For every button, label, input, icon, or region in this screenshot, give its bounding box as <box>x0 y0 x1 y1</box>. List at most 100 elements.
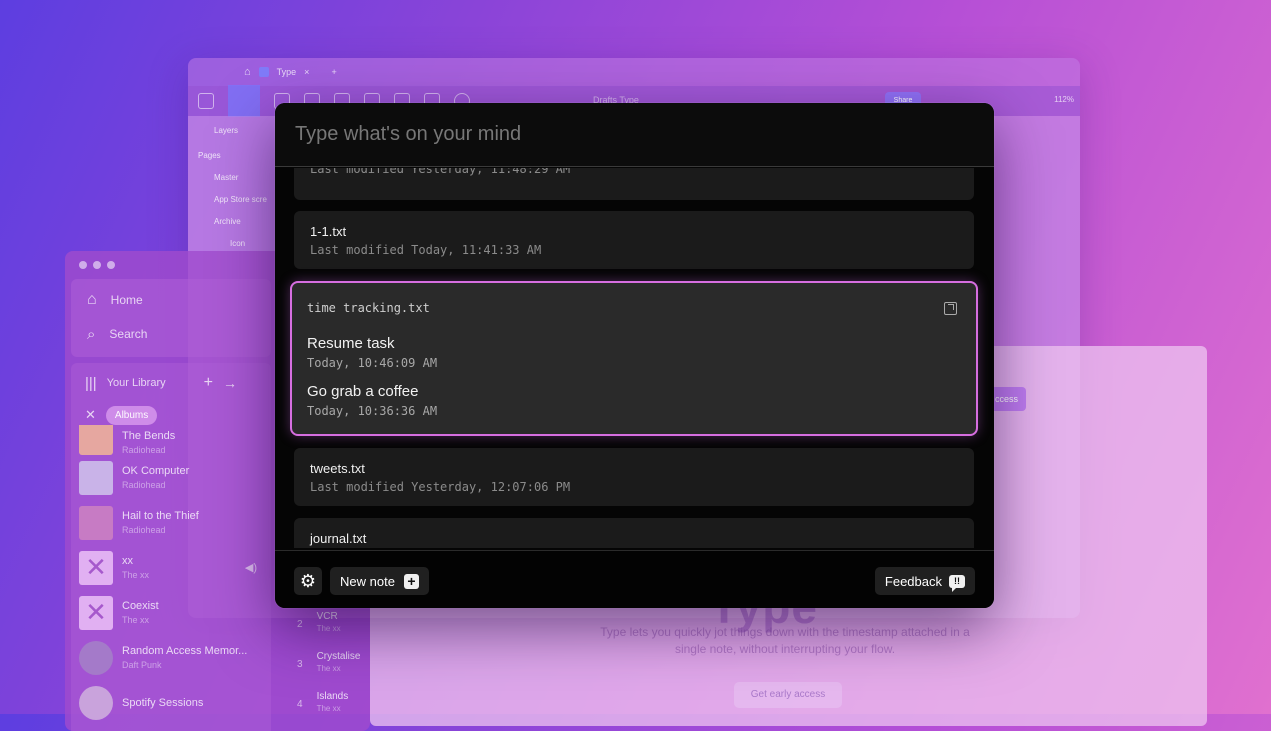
plus-icon: + <box>403 573 419 589</box>
track-title: Crystalise <box>316 651 361 662</box>
search-icon: ⌕ <box>87 325 96 343</box>
new-note-label: New note <box>340 573 395 589</box>
album-title: OK Computer <box>122 465 190 477</box>
track-artist: The xx <box>316 704 341 713</box>
note-entry: Resume task Today, 10:46:09 AM <box>307 335 961 370</box>
track-list: 2 VCR The xx 3 Crystalise The xx 4 Islan… <box>297 611 360 731</box>
landing-description: Type lets you quickly jot things down wi… <box>600 625 970 656</box>
figma-menu-icon[interactable] <box>198 93 214 109</box>
library-panel: ||| Your Library + → ✕ Albums The Bends … <box>71 363 271 731</box>
album-art-x-icon: ✕ <box>79 595 113 630</box>
album-art <box>79 460 113 495</box>
library-icon: ||| <box>85 374 97 392</box>
list-item[interactable]: Random Access Memor... Daft Punk <box>79 635 271 680</box>
album-title: Hail to the Thief <box>122 510 199 522</box>
album-title: The Bends <box>122 430 176 442</box>
nav-search[interactable]: ⌕ Search <box>71 317 271 351</box>
home-icon: ⌂ <box>87 291 97 308</box>
gear-icon: ⚙ <box>299 571 317 591</box>
note-name: journal.txt <box>310 531 367 546</box>
track-row[interactable]: 4 Islands The xx <box>297 691 360 731</box>
note-card[interactable]: tweets.txt Last modified Yesterday, 12:0… <box>294 448 974 506</box>
album-art <box>79 685 113 720</box>
list-item[interactable]: OK Computer Radiohead <box>79 455 271 500</box>
music-nav: ⌂ Home ⌕ Search <box>71 279 271 357</box>
page-item[interactable]: Icon <box>230 239 268 248</box>
get-early-access-button[interactable]: Get early access <box>734 682 842 708</box>
settings-button[interactable]: ⚙ <box>294 567 322 595</box>
figma-tabbar: ⌂ Type × + <box>188 58 1080 86</box>
album-art <box>79 425 113 455</box>
album-artist: Radiohead <box>122 525 166 535</box>
note-modified: Last modified Yesterday, 12:07:06 PM <box>310 480 571 494</box>
entry-text: Resume task <box>307 335 395 352</box>
library-filter: ✕ Albums <box>71 403 271 427</box>
nav-home[interactable]: ⌂ Home <box>71 283 271 317</box>
chat-bubble-icon: !! <box>949 574 965 592</box>
track-title: Islands <box>316 691 349 702</box>
page-item[interactable]: Master <box>214 173 268 182</box>
track-artist: The xx <box>316 624 341 633</box>
close-dot[interactable] <box>79 261 87 269</box>
list-item[interactable]: ✕ Coexist The xx <box>79 590 271 635</box>
new-note-button[interactable]: New note + <box>330 567 429 595</box>
move-tool-icon[interactable] <box>228 85 260 117</box>
popup-footer: ⚙ New note + Feedback !! <box>275 550 994 608</box>
library-list: The Bends Radiohead OK Computer Radiohea… <box>79 425 271 725</box>
note-name: tweets.txt <box>310 461 365 476</box>
filter-pill-albums[interactable]: Albums <box>105 405 158 425</box>
zoom-level[interactable]: 112% <box>1054 95 1074 104</box>
album-artist: Radiohead <box>122 480 166 490</box>
note-name: 1-1.txt <box>310 224 347 239</box>
notes-list[interactable]: Last modified Yesterday, 11:48:29 AM 1-1… <box>275 168 994 548</box>
open-external-icon[interactable] <box>944 302 957 315</box>
close-icon[interactable]: × <box>304 67 309 77</box>
track-title: VCR <box>316 611 338 622</box>
minimize-dot[interactable] <box>93 261 101 269</box>
album-title: Spotify Sessions <box>122 696 204 709</box>
album-artist: The xx <box>122 570 150 580</box>
album-art <box>79 640 113 675</box>
library-title[interactable]: Your Library <box>107 377 166 389</box>
zoom-dot[interactable] <box>107 261 115 269</box>
speaker-icon: ◀) <box>244 562 257 574</box>
feedback-label: Feedback <box>884 573 942 589</box>
album-title: Coexist <box>122 600 159 612</box>
type-popup: Last modified Yesterday, 11:48:29 AM 1-1… <box>275 103 994 608</box>
note-file-name: time tracking.txt <box>307 301 430 315</box>
figma-home-icon[interactable]: ⌂ <box>244 66 251 78</box>
list-item[interactable]: Spotify Sessions <box>79 680 271 725</box>
list-item[interactable]: Hail to the Thief Radiohead <box>79 500 271 545</box>
list-item[interactable]: The Bends Radiohead <box>79 425 271 455</box>
album-art <box>79 505 113 540</box>
feedback-button[interactable]: Feedback !! <box>874 567 975 595</box>
layers-tab[interactable]: Layers <box>214 126 268 135</box>
add-icon[interactable]: + <box>204 374 213 392</box>
note-input[interactable] <box>293 122 957 147</box>
album-title: xx <box>122 555 133 567</box>
page-item[interactable]: App Store scre <box>214 195 268 204</box>
pages-heading: Pages <box>198 151 221 160</box>
plus-icon[interactable]: + <box>331 67 336 77</box>
note-card[interactable]: 1-1.txt Last modified Today, 11:41:33 AM <box>294 211 974 269</box>
note-card-expanded[interactable]: time tracking.txt Resume task Today, 10:… <box>290 281 978 436</box>
note-modified: Last modified Yesterday, 11:48:29 AM <box>310 168 571 176</box>
arrow-right-icon[interactable]: → <box>223 375 237 391</box>
track-artist: The xx <box>316 664 341 673</box>
track-number: 4 <box>297 699 303 710</box>
entry-time: Today, 10:46:09 AM <box>307 356 438 370</box>
figma-tab[interactable]: Type <box>277 67 297 77</box>
entry-text: Go grab a coffee <box>307 383 419 400</box>
track-row[interactable]: 3 Crystalise The xx <box>297 651 360 691</box>
track-row[interactable]: 2 VCR The xx <box>297 611 360 651</box>
album-artist: The xx <box>122 615 150 625</box>
page-item[interactable]: Archive <box>214 217 268 226</box>
album-artist: Radiohead <box>122 445 166 455</box>
note-card[interactable]: Last modified Yesterday, 11:48:29 AM <box>294 168 974 200</box>
list-item[interactable]: ✕ xx The xx ◀) <box>79 545 271 590</box>
track-number: 3 <box>297 659 303 670</box>
clear-filter-icon[interactable]: ✕ <box>85 407 96 423</box>
note-card[interactable]: journal.txt <box>294 518 974 548</box>
library-header: ||| Your Library + → <box>71 363 271 403</box>
entry-time: Today, 10:36:36 AM <box>307 404 438 418</box>
